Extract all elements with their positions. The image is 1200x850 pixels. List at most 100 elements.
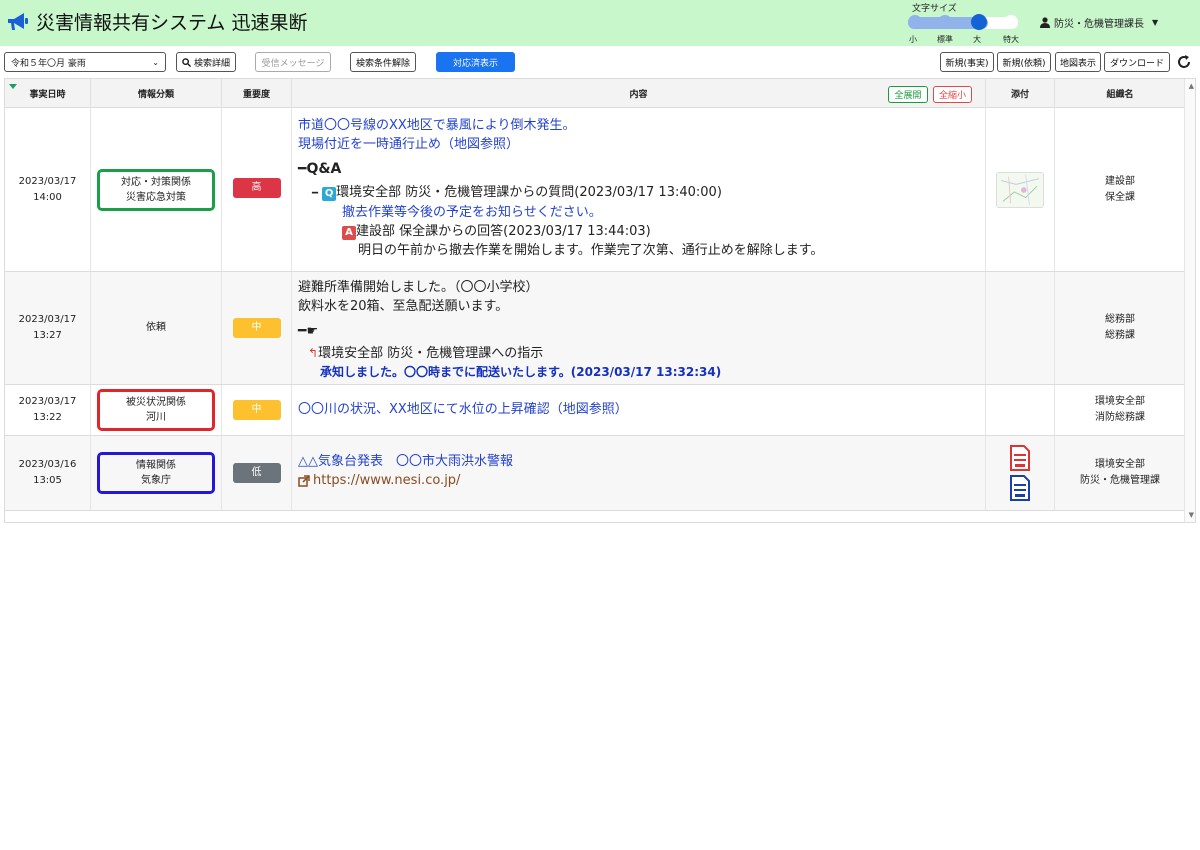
reply-arrow-icon: ↰ — [308, 346, 319, 360]
search-detail-label: 検索詳細 — [193, 58, 230, 69]
received-messages-button[interactable]: 受信メッセージ — [255, 52, 331, 72]
category-line1: 情報関係 — [136, 460, 176, 471]
question-body: 撤去作業等今後の予定をお知らせください。 — [342, 205, 602, 220]
answer-line: A 建設部 保全課からの回答(2023/03/17 13:44:03) — [298, 222, 823, 241]
doc-file-icon[interactable] — [1008, 475, 1032, 501]
content-line1[interactable]: 〇〇川の状況、XX地区にて水位の上昇確認（地図参照） — [298, 400, 628, 419]
cell-attachments — [986, 436, 1055, 510]
cell-organization: 環境安全部 防災・危機管理課 — [1055, 436, 1185, 510]
category-line1: 対応・対策関係 — [121, 176, 191, 188]
scroll-up-icon[interactable]: ▲ — [1189, 82, 1194, 90]
content-line2[interactable]: 現場付近を一時通行止め（地図参照） — [298, 135, 823, 154]
answer-tag-icon: A — [342, 226, 356, 240]
app-title: 災害情報共有システム 迅速果断 — [6, 8, 307, 35]
content-line1[interactable]: 市道〇〇号線のXX地区で暴風により倒木発生。 — [298, 116, 823, 135]
page-title: 災害情報共有システム 迅速果断 — [36, 12, 308, 34]
app-header: 災害情報共有システム 迅速果断 文字サイズ 小 標準 大 特大 防災・危機管理課… — [0, 0, 1200, 46]
question-title: 環境安全部 防災・危機管理課からの質問(2023/03/17 13:40:00) — [336, 185, 722, 200]
external-link[interactable]: https://www.nesi.co.jp/ — [298, 471, 513, 491]
table-row[interactable]: 2023/03/17 14:00 対応・対策関係 災害応急対策 高 市道〇〇号線の… — [5, 108, 1185, 272]
category-box: 対応・対策関係 災害応急対策 — [97, 168, 215, 211]
download-button[interactable]: ダウンロード — [1104, 52, 1170, 72]
priority-badge: 高 — [232, 178, 281, 198]
download-label: ダウンロード — [1109, 58, 1164, 69]
instruction-toggle[interactable]: ━☛ — [298, 319, 721, 344]
row-date: 2023/03/17 — [18, 314, 77, 325]
cell-priority: 高 — [222, 108, 292, 271]
caret-down-icon: ▼ — [1152, 18, 1159, 27]
cell-attachments — [986, 108, 1055, 271]
cell-content: 避難所準備開始しました。（〇〇小学校） 飲料水を20箱、至急配送願います。 ━☛… — [292, 272, 986, 384]
table-row[interactable]: 2023/03/16 13:05 情報関係 気象庁 低 △△気象台発表 〇〇市大雨… — [5, 436, 1185, 511]
header-category[interactable]: 情報分類 — [91, 79, 222, 108]
cell-datetime: 2023/03/17 14:00 — [5, 108, 91, 271]
font-size-stop-large[interactable] — [971, 14, 987, 30]
event-select[interactable]: 令和５年〇月 豪雨 ⌄ — [4, 52, 166, 72]
cell-organization: 環境安全部 消防総務課 — [1055, 385, 1185, 435]
row-time: 13:22 — [33, 412, 62, 423]
pointing-hand-icon: ☛ — [306, 324, 319, 339]
user-name: 防災・危機管理課長 — [1054, 19, 1144, 30]
map-thumbnail-icon[interactable] — [996, 171, 1044, 208]
priority-badge: 中 — [232, 400, 281, 420]
content-line1[interactable]: △△気象台発表 〇〇市大雨洪水警報 — [298, 452, 513, 471]
expand-all-button[interactable]: 全展開 — [888, 86, 928, 103]
person-icon — [1040, 17, 1050, 28]
table-row[interactable]: 2023/03/17 13:22 被災状況関係 河川 中 〇〇川の状況、XX地区に… — [5, 385, 1185, 436]
org-line1: 建設部 — [1105, 175, 1135, 187]
toolbar: 令和５年〇月 豪雨 ⌄ 検索詳細 受信メッセージ 検索条件解除 対応済表示 新規… — [0, 46, 1200, 78]
scroll-down-icon[interactable]: ▼ — [1189, 511, 1194, 519]
pdf-file-icon[interactable] — [1008, 445, 1032, 471]
collapse-all-button[interactable]: 全縮小 — [933, 86, 972, 103]
priority-badge: 中 — [232, 318, 281, 338]
new-request-button[interactable]: 新規(依頼) — [997, 52, 1051, 72]
cell-priority: 中 — [222, 272, 292, 384]
megaphone-icon — [8, 12, 28, 30]
question-tag-icon: Q — [322, 187, 337, 201]
new-request-label: 新規(依頼) — [1002, 58, 1046, 69]
table-header: 事実日時 情報分類 重要度 内容 全展開 全縮小 添付 組織名 — [5, 79, 1185, 108]
question-line[interactable]: ━ Q 環境安全部 防災・危機管理課からの質問(2023/03/17 13:40:… — [298, 183, 823, 203]
cell-content: 市道〇〇号線のXX地区で暴風により倒木発生。 現場付近を一時通行止め（地図参照）… — [292, 108, 986, 271]
font-size-stop-standard[interactable] — [938, 15, 952, 29]
cell-attachments — [986, 272, 1055, 384]
qa-toggle[interactable]: ━Q&A — [298, 157, 823, 181]
org-line2: 総務課 — [1105, 330, 1135, 341]
cell-datetime: 2023/03/16 13:05 — [5, 436, 91, 510]
info-table: 事実日時 情報分類 重要度 内容 全展開 全縮小 添付 組織名 2023/03/… — [4, 78, 1196, 523]
category-text: 依頼 — [146, 322, 166, 333]
org-line2: 保全課 — [1105, 191, 1135, 203]
font-size-stop-small[interactable] — [908, 15, 922, 29]
header-content-label: 内容 — [629, 90, 648, 100]
header-priority[interactable]: 重要度 — [222, 79, 292, 108]
font-size-option-large[interactable]: 大 — [973, 34, 981, 45]
map-view-button[interactable]: 地図表示 — [1055, 52, 1101, 72]
user-menu[interactable]: 防災・危機管理課長 ▼ — [1040, 15, 1158, 30]
new-fact-label: 新規(事実) — [945, 58, 989, 69]
header-attachments: 添付 — [986, 79, 1055, 108]
clear-conditions-button[interactable]: 検索条件解除 — [350, 52, 416, 72]
org-line1: 環境安全部 — [1095, 396, 1145, 407]
external-link-icon — [298, 475, 310, 487]
show-handled-label: 対応済表示 — [452, 58, 498, 69]
header-organization[interactable]: 組織名 — [1055, 79, 1185, 108]
cell-datetime: 2023/03/17 13:27 — [5, 272, 91, 384]
category-line2: 災害応急対策 — [126, 191, 186, 203]
font-size-stop-xlarge[interactable] — [1004, 15, 1018, 29]
show-handled-toggle[interactable]: 対応済表示 — [436, 52, 515, 72]
font-size-option-standard[interactable]: 標準 — [937, 34, 953, 45]
table-scrollbar[interactable]: ▲ ▼ — [1184, 79, 1195, 522]
search-detail-button[interactable]: 検索詳細 — [176, 52, 236, 72]
cell-priority: 低 — [222, 436, 292, 510]
header-datetime[interactable]: 事実日時 — [5, 79, 91, 108]
cell-category: 被災状況関係 河川 — [91, 385, 222, 435]
table-row[interactable]: 2023/03/17 13:27 依頼 中 避難所準備開始しました。（〇〇小学校）… — [5, 272, 1185, 385]
font-size-slider[interactable]: 文字サイズ 小 標準 大 特大 — [900, 0, 1028, 46]
row-date: 2023/03/17 — [18, 175, 77, 187]
font-size-option-xlarge[interactable]: 特大 — [1003, 34, 1019, 45]
refresh-icon[interactable] — [1176, 54, 1192, 70]
cell-datetime: 2023/03/17 13:22 — [5, 385, 91, 435]
font-size-option-small[interactable]: 小 — [909, 34, 917, 45]
new-fact-button[interactable]: 新規(事実) — [940, 52, 994, 72]
content-line2: 飲料水を20箱、至急配送願います。 — [298, 299, 509, 314]
